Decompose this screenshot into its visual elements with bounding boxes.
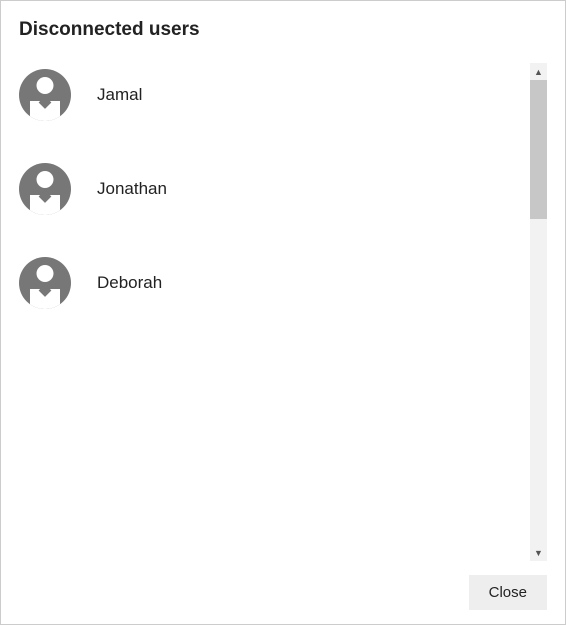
scroll-up-arrow-icon[interactable]: ▲ <box>530 63 547 80</box>
user-avatar-icon <box>19 163 71 215</box>
close-button[interactable]: Close <box>469 575 547 610</box>
dialog-footer: Close <box>19 575 547 610</box>
user-avatar-icon <box>19 69 71 121</box>
user-name-label: Jonathan <box>97 179 167 199</box>
list-item: Jonathan <box>19 163 530 215</box>
scroll-track[interactable] <box>530 80 547 544</box>
scroll-thumb[interactable] <box>530 80 547 219</box>
user-name-label: Deborah <box>97 273 162 293</box>
user-name-label: Jamal <box>97 85 142 105</box>
dialog-title: Disconnected users <box>19 19 547 41</box>
scroll-down-arrow-icon[interactable]: ▼ <box>530 544 547 561</box>
user-avatar-icon <box>19 257 71 309</box>
list-item: Deborah <box>19 257 530 309</box>
user-list: Jamal Jonathan Deborah <box>19 63 530 561</box>
content-area: Jamal Jonathan Deborah ▲ ▼ <box>19 63 547 561</box>
scrollbar[interactable]: ▲ ▼ <box>530 63 547 561</box>
list-item: Jamal <box>19 69 530 121</box>
